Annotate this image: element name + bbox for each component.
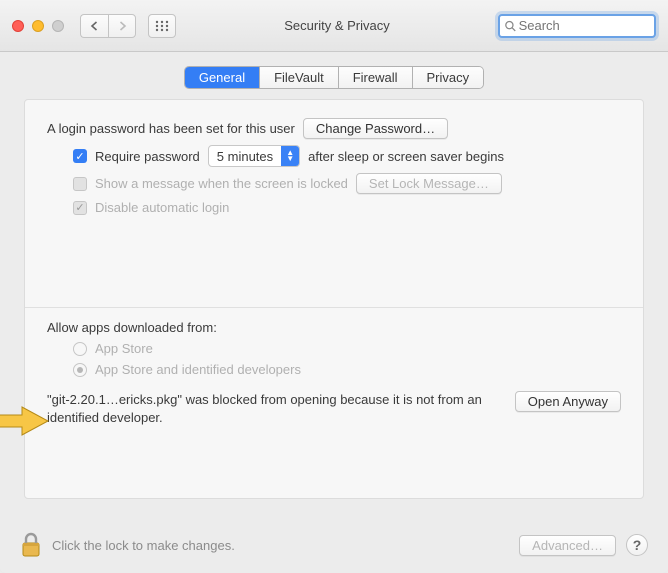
tab-privacy[interactable]: Privacy (413, 67, 484, 88)
tab-general[interactable]: General (185, 67, 260, 88)
advanced-button[interactable]: Advanced… (519, 535, 616, 556)
tab-bar: General FileVault Firewall Privacy (0, 52, 668, 99)
open-anyway-button[interactable]: Open Anyway (515, 391, 621, 412)
footer: Click the lock to make changes. Advanced… (0, 517, 668, 573)
login-password-row: A login password has been set for this u… (47, 118, 621, 139)
disable-auto-login-checkbox: ✓ (73, 201, 87, 215)
tab-firewall[interactable]: Firewall (339, 67, 413, 88)
change-password-button[interactable]: Change Password… (303, 118, 448, 139)
lock-hint-text: Click the lock to make changes. (52, 538, 509, 553)
show-message-row: Show a message when the screen is locked… (47, 173, 621, 194)
show-message-label: Show a message when the screen is locked (95, 176, 348, 191)
disable-auto-login-row: ✓ Disable automatic login (47, 200, 621, 215)
lock-icon[interactable] (20, 531, 42, 559)
allow-identified-row: App Store and identified developers (47, 362, 621, 377)
show-all-button[interactable] (148, 14, 176, 38)
forward-button[interactable] (108, 14, 136, 38)
minimize-icon[interactable] (32, 20, 44, 32)
chevron-updown-icon: ▲▼ (281, 146, 299, 166)
traffic-lights (12, 20, 64, 32)
window-title: Security & Privacy (184, 18, 490, 33)
titlebar: Security & Privacy (0, 0, 668, 52)
maximize-icon (52, 20, 64, 32)
allow-appstore-radio (73, 342, 87, 356)
allow-appstore-row: App Store (47, 341, 621, 356)
allow-identified-radio (73, 363, 87, 377)
show-message-checkbox (73, 177, 87, 191)
require-password-label-after: after sleep or screen saver begins (308, 149, 504, 164)
allow-apps-heading: Allow apps downloaded from: (47, 320, 621, 335)
close-icon[interactable] (12, 20, 24, 32)
search-icon (504, 19, 517, 33)
search-input[interactable] (519, 18, 650, 33)
content-pane: A login password has been set for this u… (24, 99, 644, 499)
prefs-window: Security & Privacy General FileVault Fir… (0, 0, 668, 573)
tab-filevault[interactable]: FileVault (260, 67, 339, 88)
help-button[interactable]: ? (626, 534, 648, 556)
delay-value: 5 minutes (209, 149, 281, 164)
search-field[interactable] (498, 14, 656, 38)
allow-appstore-label: App Store (95, 341, 153, 356)
require-password-row: ✓ Require password 5 minutes ▲▼ after sl… (47, 145, 621, 167)
allow-identified-label: App Store and identified developers (95, 362, 301, 377)
require-password-label-before: Require password (95, 149, 200, 164)
blocked-app-text: "git-2.20.1…ericks.pkg" was blocked from… (47, 391, 505, 426)
back-button[interactable] (80, 14, 108, 38)
login-password-label: A login password has been set for this u… (47, 121, 295, 136)
blocked-app-row: "git-2.20.1…ericks.pkg" was blocked from… (47, 391, 621, 426)
require-password-delay-select[interactable]: 5 minutes ▲▼ (208, 145, 300, 167)
require-password-checkbox[interactable]: ✓ (73, 149, 87, 163)
set-lock-message-button: Set Lock Message… (356, 173, 502, 194)
divider (25, 307, 643, 308)
nav-buttons (80, 14, 136, 38)
callout-arrow-icon (0, 403, 50, 439)
disable-auto-login-label: Disable automatic login (95, 200, 229, 215)
